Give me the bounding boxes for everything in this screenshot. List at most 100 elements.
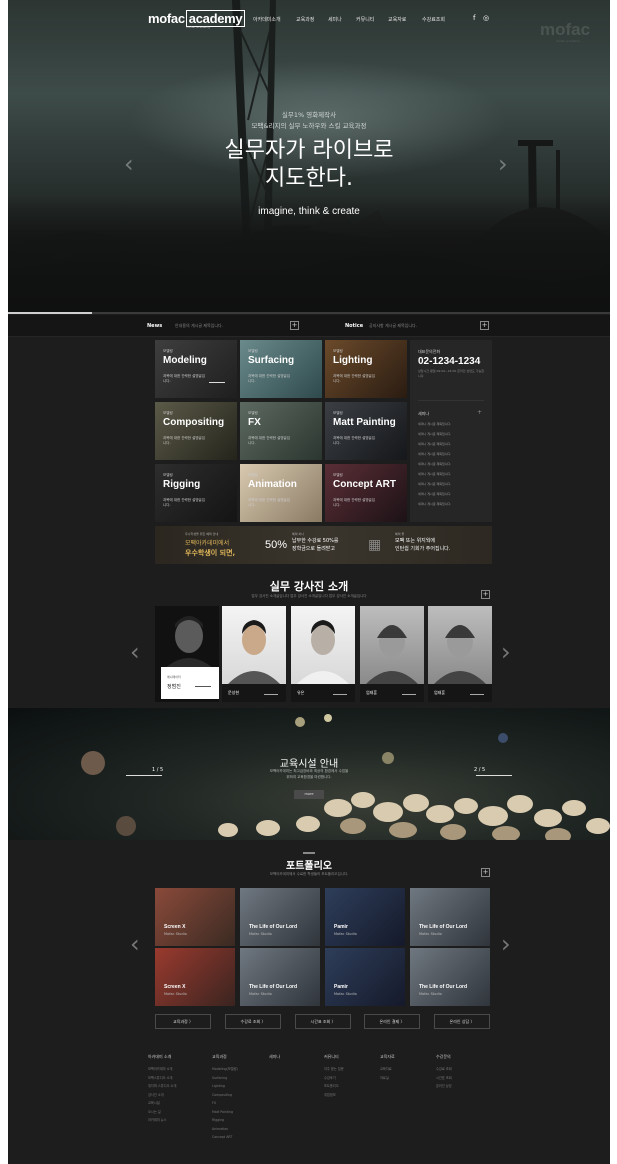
footer-link[interactable]: 아카데미 뉴스 [148,1116,176,1125]
footer-link[interactable]: 모팩아카데미 소개 [148,1065,176,1074]
portfolio-next-arrow-icon[interactable]: › [501,930,511,958]
quick-link-payment-button[interactable]: 온라인 결제 〉 [364,1014,420,1029]
seminar-item[interactable]: 세미나 게시글 제목입니다. [418,442,451,446]
portfolio-item[interactable]: The Life of Our Lord Mofac Studio [240,888,320,946]
notice-more-plus-icon[interactable]: + [480,321,489,330]
portfolio-more-plus-icon[interactable]: + [481,868,490,877]
footer-link[interactable]: 교육자료 [380,1065,395,1074]
facility-prev-line[interactable] [126,775,162,776]
portfolio-item[interactable]: The Life of Our Lord Mofac Studio [410,948,490,1006]
course-tile-concept-art[interactable]: 모델링 Concept ART 과목에 대한 간략한 설명글입니다. [325,464,407,522]
seminar-more-plus-icon[interactable]: + [477,409,482,416]
footer-link[interactable]: 위지웍 스튜디오 소개 [148,1082,176,1091]
instructors-prev-arrow-icon[interactable]: ‹ [130,638,140,666]
course-tile-rigging[interactable]: 모델링 Rigging 과목에 대한 간략한 설명글입니다. [155,464,237,522]
portfolio-item-title: The Life of Our Lord [249,984,298,990]
footer-column-heading[interactable]: 커뮤니티 [324,1054,344,1060]
news-label: News [147,323,163,329]
page: mofac academy mofac academy 아카데미소개 교육과정 세… [8,0,610,1164]
hero-prev-arrow-icon[interactable]: ‹ [124,150,134,178]
portfolio-item[interactable]: The Life of Our Lord Mofac Studio [410,888,490,946]
nav-item-materials[interactable]: 교육자료 [388,16,406,23]
course-category: 모델링 [163,349,173,353]
course-tile-matt-painting[interactable]: 모델링 Matt Painting 과목에 대한 간략한 설명글입니다. [325,402,407,460]
footer-link[interactable]: 온라인 상담 [436,1082,452,1091]
footer-column-heading[interactable]: 교육과정 [212,1054,238,1060]
hero-next-arrow-icon[interactable]: › [498,150,508,178]
course-tile-animation[interactable]: 모델링 Animation 과목에 대한 간략한 설명글입니다. [240,464,322,522]
quick-link-consult-button[interactable]: 온라인 상담 〉 [434,1014,490,1029]
watermark-logo: mofac [540,20,591,39]
news-headline[interactable]: 안내용의 게시글 제목입니다. [175,323,223,329]
course-tile-modeling[interactable]: 모델링 Modeling 과목에 대한 간략한 설명글입니다. [155,340,237,398]
footer-link[interactable]: Animation [212,1125,238,1134]
seminar-item[interactable]: 세미나 게시글 제목입니다. [418,432,451,436]
scholarship-banner[interactable]: 우수학생을 위한 혜택 안내 모팩아카데미에서 우수학생이 되면, 50% 혜택… [155,526,492,564]
instructor-card[interactable]: 엄태훈 [360,606,424,702]
seminar-item[interactable]: 세미나 게시글 제목입니다. [418,492,451,496]
quick-link-courses-button[interactable]: 교육과정 〉 [155,1014,211,1029]
facility-more-button[interactable]: more [294,790,324,799]
portfolio-item[interactable]: The Life of Our Lord Mofac Studio [240,948,320,1006]
course-tile-fx[interactable]: 모델링 FX 과목에 대한 간략한 설명글입니다. [240,402,322,460]
footer-column-heading[interactable]: 아카데미 소개 [148,1054,176,1060]
instructors-next-arrow-icon[interactable]: › [501,638,511,666]
nav-item-tuition[interactable]: 수강료조회 [422,16,445,23]
portfolio-prev-arrow-icon[interactable]: ‹ [130,930,140,958]
seminar-item[interactable]: 세미나 게시글 제목입니다. [418,482,451,486]
footer-link[interactable]: 강사진 소개 [148,1091,176,1100]
quick-link-timetable-button[interactable]: 시간표 조회 〉 [295,1014,351,1029]
portfolio-item[interactable]: Screen X Mofac Studio [155,888,235,946]
nav-item-courses[interactable]: 교육과정 [296,16,314,23]
facility-next-line[interactable] [476,775,512,776]
featured-instructor-card[interactable]: 애니메이터 정범진 [155,606,219,702]
footer-link[interactable]: Matt Painting [212,1108,238,1117]
portfolio-item[interactable]: Screen X Mofac Studio [155,948,235,1006]
seminar-item[interactable]: 세미나 게시글 제목입니다. [418,472,451,476]
contact-phone[interactable]: 02-1234-1234 [418,356,480,367]
facebook-icon[interactable]: f [473,14,475,22]
footer-link[interactable]: 취업정보 [324,1091,344,1100]
footer-link[interactable]: 오시는 길 [148,1108,176,1117]
nav-item-seminar[interactable]: 세미나 [328,16,342,23]
footer-link[interactable]: 포트폴리오 [324,1082,344,1091]
course-tile-surfacing[interactable]: 모델링 Surfacing 과목에 대한 간략한 설명글입니다. [240,340,322,398]
footer-link[interactable]: Concept ART [212,1133,238,1142]
course-tile-lighting[interactable]: 모델링 Lighting 과목에 대한 간략한 설명글입니다. [325,340,407,398]
nav-item-community[interactable]: 커뮤니티 [356,16,374,23]
footer-link[interactable]: FX [212,1099,238,1108]
seminar-item[interactable]: 세미나 게시글 제목입니다. [418,462,451,466]
seminar-item[interactable]: 세미나 게시글 제목입니다. [418,452,451,456]
instagram-icon[interactable]: ◎ [483,14,489,22]
footer-link[interactable]: 자주 묻는 질문 [324,1065,344,1074]
footer-link[interactable]: Compositing [212,1091,238,1100]
footer-link[interactable]: 수강료 조회 [436,1065,452,1074]
notice-headline[interactable]: 공지사항 게시글 제목입니다. [369,323,417,329]
seminar-item[interactable]: 세미나 게시글 제목입니다. [418,422,451,426]
footer-link[interactable]: Surfacing [212,1074,238,1083]
footer-link[interactable]: 교육시설 [148,1099,176,1108]
footer-link[interactable]: Rigging [212,1116,238,1125]
portfolio-item[interactable]: Pamir Mofac Studio [325,948,405,1006]
quick-link-tuition-button[interactable]: 수강료 조회 〉 [225,1014,281,1029]
footer-column-heading[interactable]: 수강문의 [436,1054,452,1060]
instructor-card[interactable]: 문성현 [222,606,286,702]
footer-link[interactable]: 자료실 [380,1074,395,1083]
instructors-more-plus-icon[interactable]: + [481,590,490,599]
course-tile-compositing[interactable]: 모델링 Compositing 과목에 대한 간략한 설명글입니다. [155,402,237,460]
seminar-item[interactable]: 세미나 게시글 제목입니다. [418,502,451,506]
footer-link[interactable]: 시간표 조회 [436,1074,452,1083]
portfolio-item[interactable]: Pamir Mofac Studio [325,888,405,946]
instructor-card[interactable]: 유은 [291,606,355,702]
footer-link[interactable]: 모팩스튜디오 소개 [148,1074,176,1083]
footer-column-heading[interactable]: 세미나 [269,1054,280,1060]
nav-item-about[interactable]: 아카데미소개 [253,16,281,23]
footer-link[interactable]: Modeling(모델링) [212,1065,238,1074]
footer-column-heading[interactable]: 교육자료 [380,1054,395,1060]
footer-link[interactable]: Lighting [212,1082,238,1091]
news-more-plus-icon[interactable]: + [290,321,299,330]
instructor-card[interactable]: 엄태훈 [428,606,492,702]
logo[interactable]: mofac academy [148,10,246,27]
footer-link[interactable]: 수강후기 [324,1074,344,1083]
footer-column: 커뮤니티자주 묻는 질문 수강후기 포트폴리오 취업정보 [324,1054,344,1099]
